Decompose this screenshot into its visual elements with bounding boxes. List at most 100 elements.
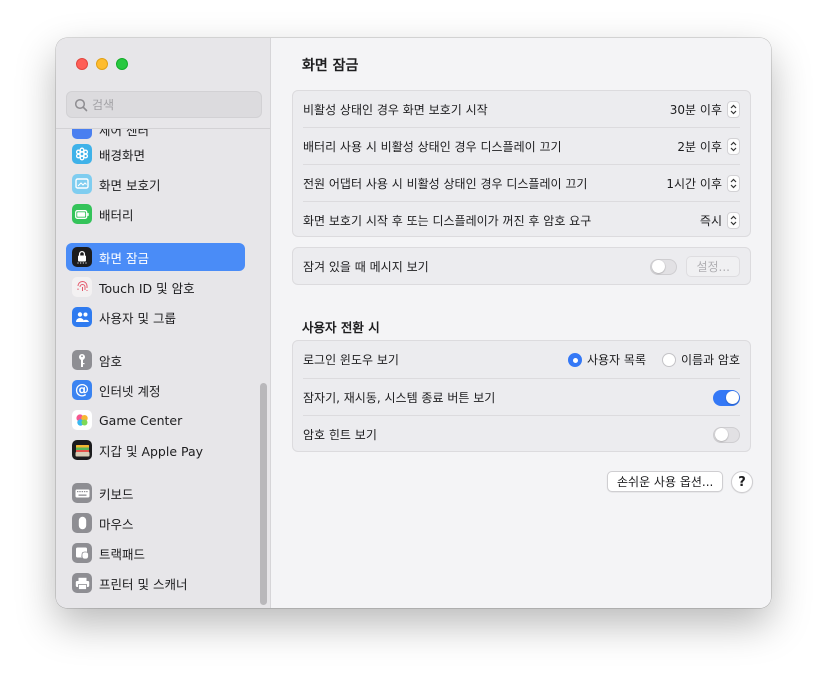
sidebar-item-label: 지갑 및 Apple Pay bbox=[99, 443, 204, 459]
row-label: 로그인 윈도우 보기 bbox=[303, 353, 399, 367]
require-password-popup[interactable]: 즉시 bbox=[700, 212, 740, 229]
sidebar-item-touch-id[interactable]: Touch ID 및 암호 bbox=[66, 273, 245, 301]
popup-value: 2분 이후 bbox=[677, 140, 722, 154]
sidebar-item-game-center[interactable]: Game Center bbox=[66, 406, 245, 434]
password-hint-toggle[interactable] bbox=[713, 426, 740, 443]
sidebar-item-label: 배터리 bbox=[99, 207, 134, 223]
sidebar-item-label: Touch ID 및 암호 bbox=[99, 280, 195, 296]
at-sign-icon: @ bbox=[72, 380, 92, 400]
sleep-restart-row: 잠자기, 재시동, 시스템 종료 버튼 보기 bbox=[303, 379, 740, 416]
sidebar: 제어 센터 배경화면 화면 보호기 배터리 bbox=[56, 38, 271, 608]
sidebar-item-label: 마우스 bbox=[99, 516, 134, 532]
password-hint-row: 암호 힌트 보기 bbox=[303, 416, 740, 453]
radio-label: 사용자 목록 bbox=[586, 353, 646, 367]
row-label: 전원 어댑터 사용 시 비활성 상태인 경우 디스플레이 끄기 bbox=[303, 177, 588, 191]
screen-saver-start-row: 비활성 상태인 경우 화면 보호기 시작 30분 이후 bbox=[303, 91, 740, 128]
sidebar-item-label: 제어 센터 bbox=[99, 129, 149, 138]
row-label: 배터리 사용 시 비활성 상태인 경우 디스플레이 끄기 bbox=[303, 140, 562, 154]
search-field[interactable] bbox=[66, 91, 262, 118]
popup-value: 1시간 이후 bbox=[666, 177, 722, 191]
close-window-button[interactable] bbox=[76, 58, 88, 70]
row-label: 잠겨 있을 때 메시지 보기 bbox=[303, 260, 429, 274]
minimize-window-button[interactable] bbox=[96, 58, 108, 70]
key-icon bbox=[72, 350, 92, 370]
row-label: 화면 보호기 시작 후 또는 디스플레이가 꺼진 후 암호 요구 bbox=[303, 214, 592, 228]
sidebar-item-label: 사용자 및 그룹 bbox=[99, 310, 176, 326]
help-button[interactable]: ? bbox=[731, 471, 753, 493]
wallpaper-icon bbox=[72, 144, 92, 164]
popup-value: 30분 이후 bbox=[669, 103, 722, 117]
radio-button[interactable] bbox=[567, 352, 582, 367]
users-icon bbox=[72, 307, 92, 327]
sidebar-item-battery[interactable]: 배터리 bbox=[66, 200, 245, 228]
sidebar-item-passwords[interactable]: 암호 bbox=[66, 346, 245, 374]
sidebar-item-label: 인터넷 계정 bbox=[99, 383, 161, 399]
sidebar-item-label: 키보드 bbox=[99, 486, 134, 502]
sidebar-item-mouse[interactable]: 마우스 bbox=[66, 509, 245, 537]
up-down-chevron-icon bbox=[727, 138, 740, 155]
sidebar-item-keyboard[interactable]: 키보드 bbox=[66, 479, 245, 507]
sidebar-list[interactable]: 제어 센터 배경화면 화면 보호기 배터리 화면 잠금 Touch ID 및 암… bbox=[56, 129, 270, 608]
lock-message-toggle[interactable] bbox=[650, 258, 678, 275]
row-label: 비활성 상태인 경우 화면 보호기 시작 bbox=[303, 103, 488, 117]
sidebar-item-wallet[interactable]: 지갑 및 Apple Pay bbox=[66, 436, 245, 464]
lock-screen-icon bbox=[72, 247, 92, 267]
popup-value: 즉시 bbox=[699, 214, 722, 228]
up-down-chevron-icon bbox=[727, 101, 740, 118]
up-down-chevron-icon bbox=[727, 212, 740, 229]
sidebar-item-label: 화면 보호기 bbox=[99, 177, 161, 193]
main-pane: 화면 잠금 비활성 상태인 경우 화면 보호기 시작 30분 이후 배터리 사용… bbox=[272, 38, 771, 608]
row-label: 암호 힌트 보기 bbox=[303, 428, 377, 442]
login-window-radio-group: 사용자 목록 이름과 암호 bbox=[567, 351, 740, 368]
radio-user-list[interactable]: 사용자 목록 bbox=[567, 351, 646, 368]
trackpad-icon bbox=[72, 543, 92, 563]
accessibility-options-button[interactable]: 손쉬운 사용 옵션... bbox=[607, 471, 724, 492]
fingerprint-icon bbox=[72, 277, 92, 297]
sidebar-item-label: 배경화면 bbox=[99, 147, 146, 163]
page-title: 화면 잠금 bbox=[302, 58, 359, 74]
user-switch-group: 로그인 윈도우 보기 사용자 목록 이름과 암호 잠자기, 재시동, 시스템 종… bbox=[292, 340, 751, 452]
sidebar-item-wallpaper[interactable]: 배경화면 bbox=[66, 140, 245, 168]
sidebar-item-users-groups[interactable]: 사용자 및 그룹 bbox=[66, 303, 245, 331]
sidebar-scrollbar[interactable] bbox=[260, 383, 267, 605]
sidebar-item-label: 프린터 및 스캐너 bbox=[99, 576, 188, 592]
sidebar-item-label: 암호 bbox=[99, 353, 123, 369]
section-title-user-switch: 사용자 전환 시 bbox=[302, 320, 380, 335]
timing-settings-group: 비활성 상태인 경우 화면 보호기 시작 30분 이후 배터리 사용 시 비활성… bbox=[292, 90, 751, 237]
battery-display-off-popup[interactable]: 2분 이후 bbox=[677, 138, 740, 155]
sidebar-item-screen-saver[interactable]: 화면 보호기 bbox=[66, 170, 245, 198]
zoom-window-button[interactable] bbox=[116, 58, 128, 70]
up-down-chevron-icon bbox=[727, 175, 740, 192]
mouse-icon bbox=[72, 513, 92, 533]
lock-message-settings-button[interactable]: 설정... bbox=[686, 256, 740, 277]
lock-message-group: 잠겨 있을 때 메시지 보기 설정... bbox=[292, 247, 751, 285]
search-icon bbox=[74, 98, 88, 112]
battery-icon bbox=[72, 204, 92, 224]
sidebar-item-internet-accounts[interactable]: @ 인터넷 계정 bbox=[66, 376, 245, 404]
row-label: 잠자기, 재시동, 시스템 종료 버튼 보기 bbox=[303, 391, 496, 405]
game-center-icon bbox=[72, 410, 92, 430]
wallet-icon bbox=[72, 440, 92, 460]
sidebar-item-label: 화면 잠금 bbox=[99, 250, 149, 266]
radio-name-password[interactable]: 이름과 암호 bbox=[661, 351, 740, 368]
radio-button[interactable] bbox=[661, 352, 676, 367]
settings-window: 제어 센터 배경화면 화면 보호기 배터리 bbox=[56, 38, 771, 608]
battery-display-off-row: 배터리 사용 시 비활성 상태인 경우 디스플레이 끄기 2분 이후 bbox=[303, 128, 740, 165]
sidebar-item-trackpad[interactable]: 트랙패드 bbox=[66, 539, 245, 567]
adapter-display-off-popup[interactable]: 1시간 이후 bbox=[666, 175, 740, 192]
lock-message-row: 잠겨 있을 때 메시지 보기 설정... bbox=[303, 248, 740, 285]
screen-saver-start-popup[interactable]: 30분 이후 bbox=[670, 101, 740, 118]
login-window-row: 로그인 윈도우 보기 사용자 목록 이름과 암호 bbox=[303, 341, 740, 378]
keyboard-icon bbox=[72, 483, 92, 503]
require-password-row: 화면 보호기 시작 후 또는 디스플레이가 꺼진 후 암호 요구 즉시 bbox=[303, 202, 740, 239]
sidebar-item-lock-screen[interactable]: 화면 잠금 bbox=[66, 243, 245, 271]
control-center-icon bbox=[72, 129, 92, 139]
adapter-display-off-row: 전원 어댑터 사용 시 비활성 상태인 경우 디스플레이 끄기 1시간 이후 bbox=[303, 165, 740, 202]
sidebar-item-label: Game Center bbox=[99, 412, 183, 428]
sleep-restart-toggle[interactable] bbox=[713, 389, 740, 406]
screen-saver-icon bbox=[72, 174, 92, 194]
sidebar-item-label: 트랙패드 bbox=[99, 546, 146, 562]
search-input[interactable] bbox=[92, 96, 252, 113]
sidebar-item-printers[interactable]: 프린터 및 스캐너 bbox=[66, 569, 245, 597]
radio-label: 이름과 암호 bbox=[680, 353, 740, 367]
